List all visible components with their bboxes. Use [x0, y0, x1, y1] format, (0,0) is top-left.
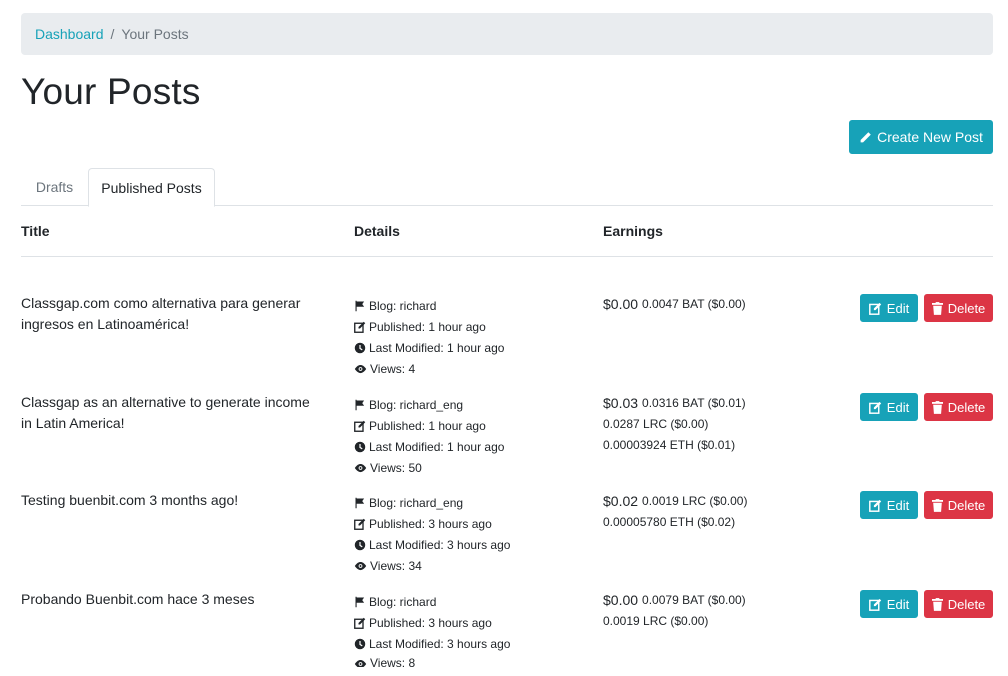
earnings-total: $0.00 — [603, 295, 639, 312]
edit-post-button[interactable]: Edit — [860, 294, 918, 322]
clock-icon — [354, 342, 366, 353]
row-actions: Edit Delete — [860, 491, 993, 519]
edit-icon — [354, 420, 366, 432]
delete-post-button[interactable]: Delete — [924, 294, 993, 322]
post-details: Blog: richard Published: 3 hours ago Las… — [354, 591, 510, 667]
breadcrumb-dashboard-link[interactable]: Dashboard — [35, 26, 104, 42]
edit-icon — [868, 401, 881, 414]
edit-label: Edit — [886, 399, 910, 415]
earnings-token: 0.0019 LRC ($0.00) — [603, 613, 709, 628]
post-published: Published: 1 hour ago — [369, 418, 486, 433]
clock-icon — [354, 539, 366, 550]
trash-icon — [931, 597, 943, 611]
tab-published-posts[interactable]: Published Posts — [88, 168, 215, 207]
post-details: Blog: richard_eng Published: 1 hour ago … — [354, 394, 504, 478]
post-blog: Blog: richard_eng — [369, 495, 464, 510]
post-details: Blog: richard Published: 1 hour ago Last… — [354, 295, 504, 379]
eye-icon — [354, 659, 367, 667]
earnings-total: $0.03 — [603, 394, 639, 411]
post-title: Classgap.com como alternativa para gener… — [21, 295, 301, 332]
post-blog: Blog: richard — [369, 594, 437, 609]
post-earnings: $0.03 0.0316 BAT ($0.01) 0.0287 LRC ($0.0… — [603, 392, 746, 455]
earnings-token: 0.0316 BAT ($0.01) — [642, 395, 746, 410]
post-title: Probando Buenbit.com hace 3 meses — [21, 591, 255, 607]
post-views: Views: 34 — [370, 558, 422, 573]
earnings-total: $0.02 — [603, 492, 639, 509]
edit-icon — [354, 617, 366, 629]
post-last-modified: Last Modified: 1 hour ago — [369, 439, 505, 454]
post-views: Views: 4 — [370, 361, 416, 376]
create-new-post-label: Create New Post — [877, 129, 983, 145]
post-published: Published: 3 hours ago — [369, 615, 492, 630]
post-views: Views: 50 — [370, 460, 422, 475]
post-published: Published: 3 hours ago — [369, 516, 492, 531]
breadcrumb: Dashboard / Your Posts — [21, 13, 993, 55]
post-title: Classgap as an alternative to generate i… — [21, 394, 310, 431]
pencil-icon — [860, 131, 871, 142]
earnings-total: $0.00 — [603, 591, 639, 608]
post-views: Views: 8 — [370, 656, 416, 667]
post-earnings: $0.00 0.0079 BAT ($0.00) 0.0019 LRC ($0.0… — [603, 589, 746, 631]
post-blog: Blog: richard_eng — [369, 397, 464, 412]
flag-icon — [355, 596, 365, 607]
delete-label: Delete — [947, 399, 986, 415]
row-actions: Edit Delete — [860, 393, 993, 421]
column-header-earnings: Earnings — [603, 223, 663, 239]
trash-icon — [931, 301, 943, 315]
post-published: Published: 1 hour ago — [369, 319, 486, 334]
delete-post-button[interactable]: Delete — [924, 590, 993, 618]
post-earnings: $0.00 0.0047 BAT ($0.00) — [603, 293, 746, 314]
flag-icon — [355, 497, 365, 508]
edit-icon — [354, 518, 366, 530]
earnings-token: 0.0019 LRC ($0.00) — [642, 493, 748, 508]
post-last-modified: Last Modified: 3 hours ago — [369, 636, 511, 651]
post-tabs: Drafts Published Posts — [21, 168, 993, 207]
edit-label: Edit — [886, 596, 910, 612]
post-details: Blog: richard_eng Published: 3 hours ago… — [354, 492, 510, 576]
delete-label: Delete — [947, 596, 986, 612]
eye-icon — [354, 463, 367, 472]
trash-icon — [931, 400, 943, 414]
trash-icon — [931, 498, 943, 512]
earnings-token: 0.0079 BAT ($0.00) — [642, 592, 746, 607]
edit-label: Edit — [886, 497, 910, 513]
column-header-title: Title — [21, 223, 50, 239]
delete-label: Delete — [947, 300, 986, 316]
earnings-token: 0.00005780 ETH ($0.02) — [603, 514, 736, 529]
post-last-modified: Last Modified: 1 hour ago — [369, 340, 505, 355]
eye-icon — [354, 364, 367, 373]
tab-drafts[interactable]: Drafts — [21, 168, 88, 206]
flag-icon — [355, 300, 365, 311]
edit-icon — [868, 499, 881, 512]
edit-post-button[interactable]: Edit — [860, 491, 918, 519]
delete-label: Delete — [947, 497, 986, 513]
flag-icon — [355, 399, 365, 410]
page-title: Your Posts — [21, 71, 201, 112]
edit-icon — [354, 321, 366, 333]
table-header: Title Details Earnings — [21, 206, 993, 257]
edit-post-button[interactable]: Edit — [860, 590, 918, 618]
post-earnings: $0.02 0.0019 LRC ($0.00) 0.00005780 ETH (… — [603, 490, 747, 532]
earnings-token: 0.0047 BAT ($0.00) — [642, 296, 746, 311]
column-header-details: Details — [354, 223, 400, 239]
post-last-modified: Last Modified: 3 hours ago — [369, 537, 511, 552]
edit-label: Edit — [886, 300, 910, 316]
row-actions: Edit Delete — [860, 590, 993, 618]
row-actions: Edit Delete — [860, 294, 993, 322]
clock-icon — [354, 441, 366, 452]
create-new-post-button[interactable]: Create New Post — [849, 120, 993, 154]
earnings-token: 0.0287 LRC ($0.00) — [603, 416, 709, 431]
earnings-token: 0.00003924 ETH ($0.01) — [603, 437, 736, 452]
edit-icon — [868, 598, 881, 611]
delete-post-button[interactable]: Delete — [924, 393, 993, 421]
post-blog: Blog: richard — [369, 298, 437, 313]
breadcrumb-current: Your Posts — [121, 26, 189, 42]
eye-icon — [354, 561, 367, 570]
edit-post-button[interactable]: Edit — [860, 393, 918, 421]
delete-post-button[interactable]: Delete — [924, 491, 993, 519]
clock-icon — [354, 638, 366, 649]
post-title: Testing buenbit.com 3 months ago! — [21, 492, 239, 508]
edit-icon — [868, 302, 881, 315]
breadcrumb-separator: / — [110, 26, 115, 42]
